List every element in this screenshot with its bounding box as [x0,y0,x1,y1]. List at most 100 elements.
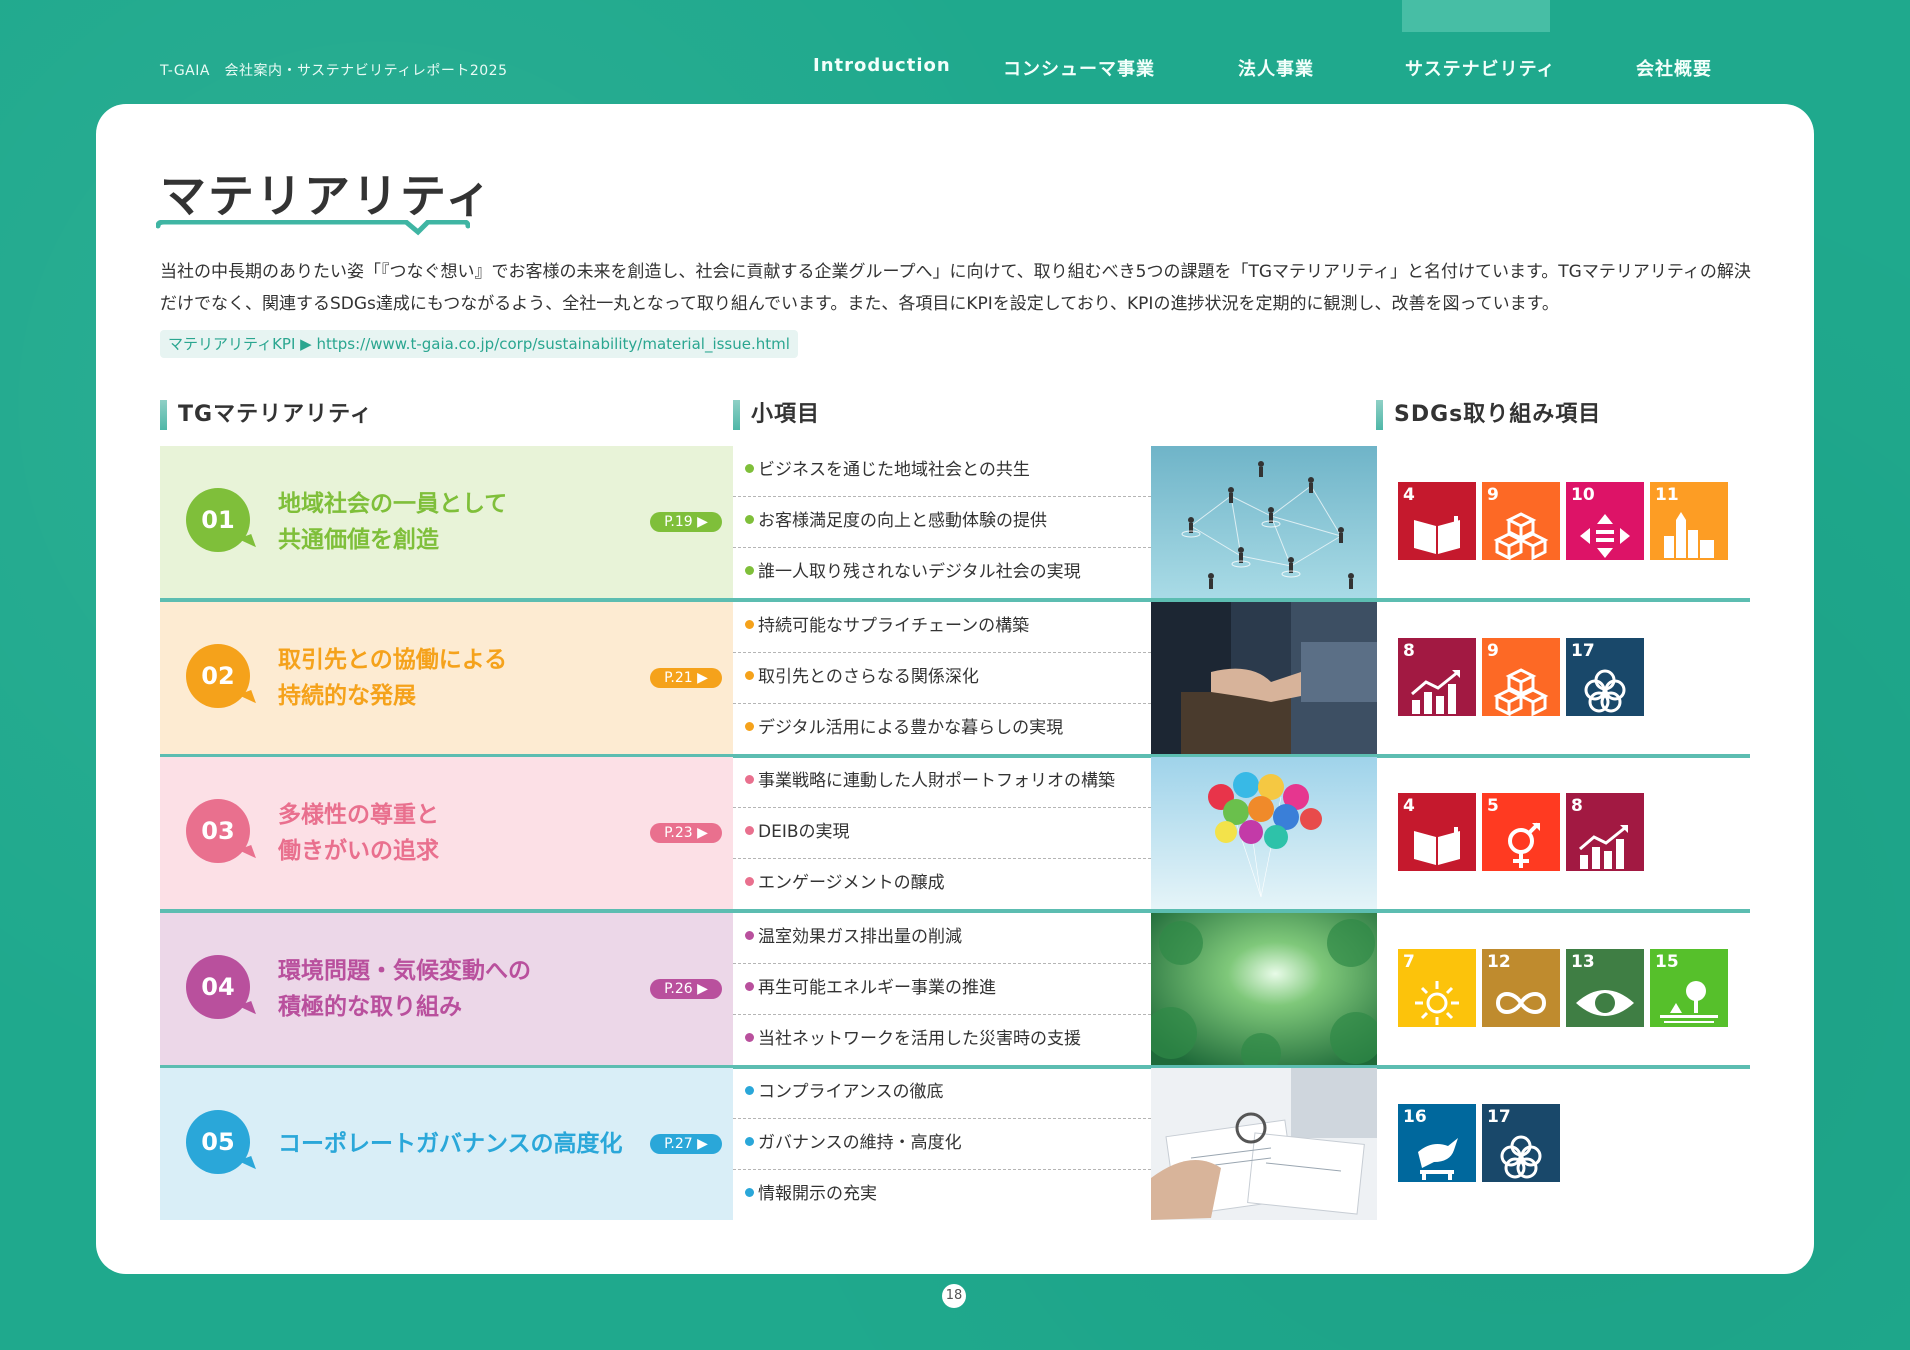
kpi-link[interactable]: マテリアリティKPI ▶ https://www.t-gaia.co.jp/co… [160,330,798,358]
materiality-number-badge: 03 [186,799,250,863]
bullet-dot [745,670,754,680]
subitem: DEIBの実現 [733,808,1151,859]
sun-icon [1398,977,1476,1027]
subitem: 再生可能エネルギー事業の推進 [733,964,1151,1015]
materiality-row: 04 環境問題・気候変動への 積極的な取り組み P.26 ▶ 温室効果ガス排出量… [160,913,1750,1069]
subitems-list: 事業戦略に連動した人財ポートフォリオの構築 DEIBの実現エンゲージメントの醸成 [733,757,1151,909]
subitem: ガバナンスの維持・高度化 [733,1119,1151,1170]
sdg-goal-17: 17 [1566,638,1644,716]
page-ref-link[interactable]: P.26 ▶ [650,979,722,999]
subitem: お客様満足度の向上と感動体験の提供 [733,497,1151,548]
subitem: 事業戦略に連動した人財ポートフォリオの構築 [733,757,1151,808]
sdg-number: 11 [1655,485,1679,505]
page-ref-link[interactable]: P.27 ▶ [650,1134,722,1154]
materiality-number-badge: 01 [186,488,250,552]
materiality-cell: 05 コーポレートガバナンスの高度化 P.27 ▶ [160,1068,733,1220]
bullet-dot [745,774,754,784]
sdg-goal-12: 12 [1482,949,1560,1027]
bullet-dot [745,565,754,575]
bullet-dot [745,463,754,473]
subitem: 当社ネットワークを活用した災害時の支援 [733,1015,1151,1066]
materiality-row: 03 多様性の尊重と 働きがいの追求 P.23 ▶ 事業戦略に連動した人財ポート… [160,757,1750,913]
equality-icon [1566,510,1644,560]
gender-icon [1482,821,1560,871]
sdg-number: 13 [1571,952,1595,972]
page-ref-link[interactable]: P.23 ▶ [650,823,722,843]
materiality-title-line1: 多様性の尊重と [278,802,439,828]
kpi-link-url[interactable]: https://www.t-gaia.co.jp/corp/sustainabi… [316,335,789,353]
growth-icon [1398,666,1476,716]
materiality-row: 01 地域社会の一員として 共通価値を創造 P.19 ▶ ビジネスを通じた地域社… [160,446,1750,602]
page-number: 18 [942,1284,966,1308]
sdg-goal-9: 9 [1482,482,1560,561]
sdg-number: 5 [1487,796,1499,816]
infinity-icon [1482,977,1560,1027]
sdg-icons: 8 9 17 [1398,638,1644,717]
column-header-subitems: 小項目 [733,400,820,430]
sdg-number: 10 [1571,485,1595,505]
nav-corporate[interactable]: 法人事業 [1238,55,1314,81]
kpi-link-label: マテリアリティKPI ▶ [168,335,317,353]
sdg-number: 9 [1487,485,1499,505]
sdg-number: 17 [1571,641,1595,661]
subitem-text: 当社ネットワークを活用した災害時の支援 [758,1029,1081,1049]
subitem: 取引先とのさらなる関係深化 [733,653,1151,704]
partnership-icon [1566,666,1644,716]
subitem: エンゲージメントの醸成 [733,859,1151,910]
nav-introduction[interactable]: Introduction [813,55,951,76]
subitem-text: 再生可能エネルギー事業の推進 [758,978,996,998]
column-header-sdgs: SDGs取り組み項目 [1376,400,1601,430]
intro-paragraph: 当社の中長期のありたい姿「『つなぐ想い』でお客様の未来を創造し、社会に貢献する企… [160,262,1751,314]
bullet-dot [745,1136,754,1146]
title-underline [156,220,470,236]
materiality-title-line1: 地域社会の一員として [278,491,508,517]
subitem-text: 情報開示の充実 [758,1184,877,1204]
sdg-goal-9: 9 [1482,638,1560,717]
sdg-number: 9 [1487,641,1499,661]
handshake-photo [1151,602,1377,754]
sdg-number: 7 [1403,952,1415,972]
dove-icon [1398,1132,1476,1182]
subitem-text: 取引先とのさらなる関係深化 [758,667,979,687]
city-icon [1650,510,1728,560]
subitem: 情報開示の充実 [733,1170,1151,1221]
nav-consumer[interactable]: コンシューマ事業 [1003,55,1155,81]
materiality-title-line2: 持続的な発展 [278,683,416,709]
sdg-number: 17 [1487,1107,1511,1127]
subitem-text: お客様満足度の向上と感動体験の提供 [758,511,1047,531]
active-tab-marker [1402,0,1550,32]
documents-photo [1151,1068,1377,1220]
page-ref-link[interactable]: P.19 ▶ [650,512,722,532]
subitem-text: 事業戦略に連動した人財ポートフォリオの構築 [758,771,1115,791]
sdg-goal-4: 4 [1398,793,1476,871]
partnership-icon [1482,1132,1560,1182]
bullet-dot [745,1187,754,1197]
subitem-text: ビジネスを通じた地域社会との共生 [758,460,1030,480]
bullet-dot [745,876,754,886]
nav-company[interactable]: 会社概要 [1636,55,1712,81]
subitem-text: DEIBの実現 [758,822,850,842]
bullet-dot [745,721,754,731]
subitem: 誰一人取り残されないデジタル社会の実現 [733,548,1151,599]
materiality-number-badge: 05 [186,1110,250,1174]
nav-sustainability[interactable]: サステナビリティ [1405,55,1556,81]
growth-icon [1566,821,1644,871]
subitem-text: エンゲージメントの醸成 [758,873,945,893]
sdg-goal-5: 5 [1482,793,1560,871]
materiality-title-line1: コーポレートガバナンスの高度化 [278,1131,623,1157]
subitem: 温室効果ガス排出量の削減 [733,913,1151,964]
materiality-title: 多様性の尊重と 働きがいの追求 [278,757,439,909]
materiality-cell: 04 環境問題・気候変動への 積極的な取り組み P.26 ▶ [160,913,733,1065]
balloons-photo [1151,757,1377,909]
sdg-icons: 4 5 8 [1398,793,1644,871]
subitems-list: コンプライアンスの徹底 ガバナンスの維持・高度化 情報開示の充実 [733,1068,1151,1220]
sdg-goal-17: 17 [1482,1104,1560,1182]
top-bar: T-GAIA 会社案内・サステナビリティレポート2025 Introductio… [0,0,1910,100]
page-ref-link[interactable]: P.21 ▶ [650,668,722,688]
subitem-text: 温室効果ガス排出量の削減 [758,927,962,947]
sdg-number: 15 [1655,952,1679,972]
bullet-dot [745,619,754,629]
bullet-dot [745,514,754,524]
sdg-icons: 7 12 13 15 [1398,949,1728,1027]
materiality-title-line2: 積極的な取り組み [278,994,462,1020]
